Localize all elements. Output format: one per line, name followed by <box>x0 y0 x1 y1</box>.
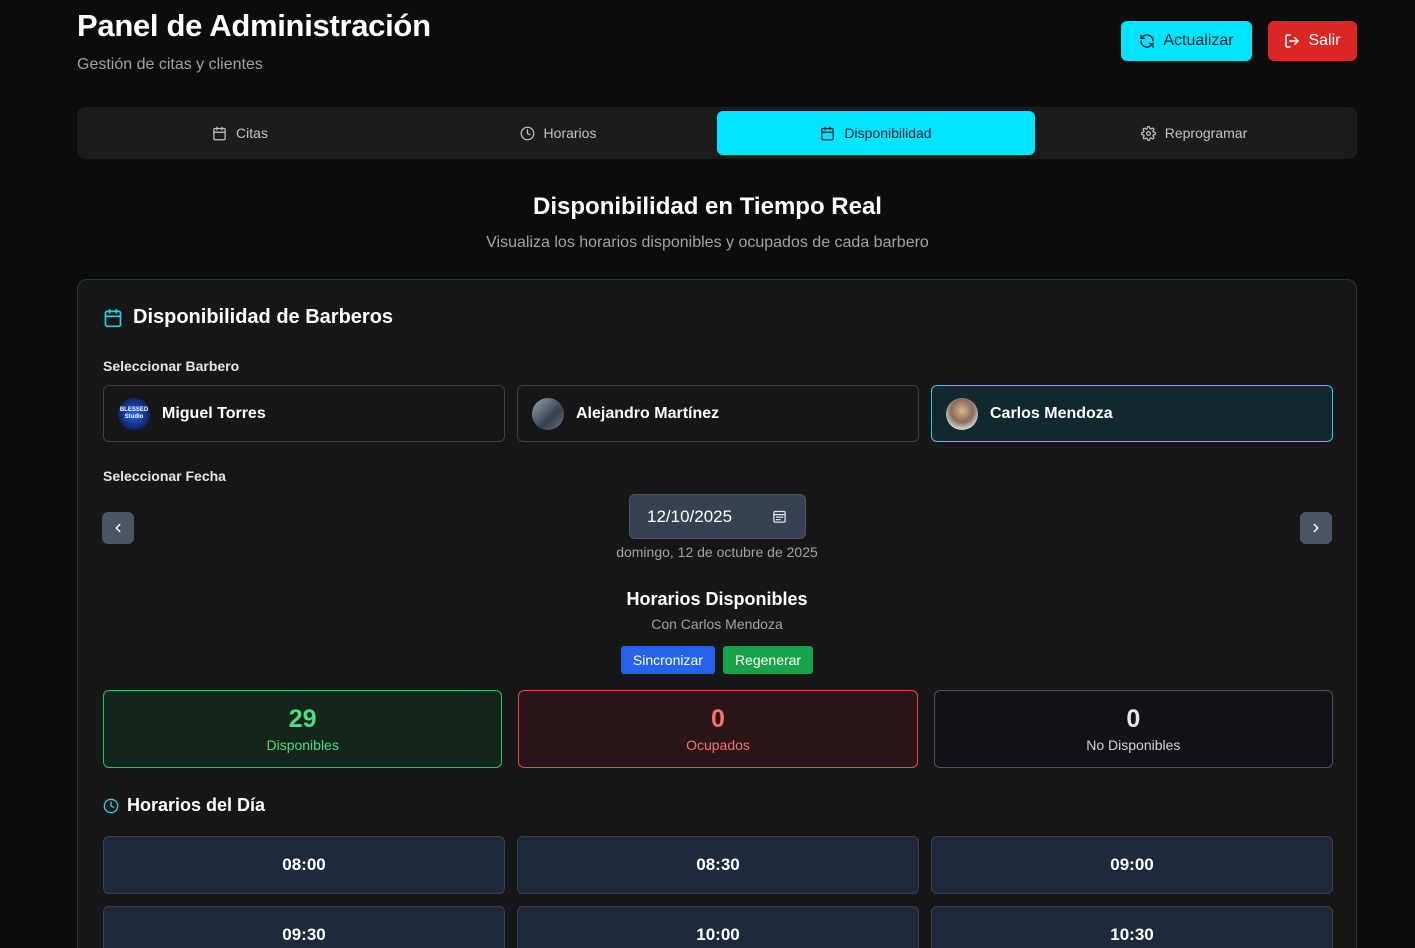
barber-name: Alejandro Martínez <box>576 404 720 422</box>
stat-unavailable-value: 0 <box>1126 705 1141 733</box>
time-slot[interactable]: 10:30 <box>931 906 1333 948</box>
date-input-value: 12/10/2025 <box>647 506 733 526</box>
gear-icon <box>1140 125 1156 141</box>
tab-label: Disponibilidad <box>844 125 932 141</box>
page-title: Panel de Administración <box>77 8 431 43</box>
chevron-left-icon <box>115 523 121 533</box>
stat-occupied: 0 Ocupados <box>518 690 918 768</box>
logout-icon <box>1285 34 1300 48</box>
card-title-text: Disponibilidad de Barberos <box>133 306 394 328</box>
refresh-icon <box>1140 34 1155 48</box>
calendar-icon <box>821 126 835 140</box>
clock-icon <box>103 798 119 813</box>
refresh-button[interactable]: Actualizar <box>1121 21 1252 61</box>
next-day-button[interactable] <box>1300 512 1332 544</box>
stat-occupied-label: Ocupados <box>686 737 750 753</box>
time-slot[interactable]: 08:00 <box>103 836 505 894</box>
tab-label: Citas <box>236 125 268 141</box>
avatar <box>946 397 978 430</box>
stat-unavailable: 0 No Disponibles <box>933 690 1333 768</box>
section-subtitle: Visualiza los horarios disponibles y ocu… <box>486 234 929 251</box>
time-slot-grid: 08:00 08:30 09:00 09:30 10:00 10:30 <box>103 836 1333 948</box>
header: Panel de Administración Gestión de citas… <box>77 8 431 74</box>
time-slot[interactable]: 09:30 <box>103 906 505 948</box>
tab-bar: Citas Horarios Disponibilidad Reprograma… <box>77 107 1357 159</box>
barber-name: Carlos Mendoza <box>990 404 1113 422</box>
time-slot[interactable]: 09:00 <box>931 836 1333 894</box>
date-long-text: domingo, 12 de octubre de 2025 <box>616 544 818 560</box>
barber-option-carlos-mendoza[interactable]: Carlos Mendoza <box>931 385 1333 442</box>
barber-option-miguel-torres[interactable]: BLESSED Studio Miguel Torres <box>103 385 505 442</box>
card-title: Disponibilidad de Barberos <box>103 306 393 329</box>
slots-title: Horarios Disponibles <box>626 589 808 609</box>
logout-button-label: Salir <box>1308 32 1341 49</box>
sync-button[interactable]: Sincronizar <box>620 646 715 674</box>
barber-list: BLESSED Studio Miguel Torres Alejandro M… <box>103 385 1333 442</box>
tab-horarios[interactable]: Horarios <box>399 111 717 155</box>
stat-available-value: 29 <box>288 705 317 733</box>
page-subtitle: Gestión de citas y clientes <box>77 56 263 73</box>
date-select-label: Seleccionar Fecha <box>103 468 226 484</box>
tab-label: Reprogramar <box>1164 125 1248 141</box>
stats-row: 29 Disponibles 0 Ocupados 0 No Disponibl… <box>103 690 1333 768</box>
tab-reprogramar[interactable]: Reprogramar <box>1035 111 1353 155</box>
section-title: Disponibilidad en Tiempo Real <box>533 193 882 220</box>
barber-name: Miguel Torres <box>162 404 266 422</box>
date-input[interactable]: 12/10/2025 <box>629 494 806 539</box>
header-actions: Actualizar Salir <box>1121 21 1357 61</box>
refresh-button-label: Actualizar <box>1163 32 1234 49</box>
tab-label: Horarios <box>543 125 597 141</box>
day-schedule-title: Horarios del Día <box>103 795 265 816</box>
calendar-icon <box>104 308 122 327</box>
previous-day-button[interactable] <box>102 512 134 544</box>
avatar <box>532 397 564 430</box>
day-schedule-title-text: Horarios del Día <box>127 795 266 815</box>
barber-select-label: Seleccionar Barbero <box>103 358 240 374</box>
tab-citas[interactable]: Citas <box>81 111 399 155</box>
regenerate-button[interactable]: Regenerar <box>722 646 814 674</box>
slots-subtitle: Con Carlos Mendoza <box>651 616 783 632</box>
sync-actions: Sincronizar Regenerar <box>78 646 1356 674</box>
availability-card: Disponibilidad de Barberos Seleccionar B… <box>77 279 1357 948</box>
calendar-icon <box>213 126 226 140</box>
stat-occupied-value: 0 <box>711 705 725 733</box>
stat-available: 29 Disponibles <box>103 690 503 768</box>
avatar-logo-text: BLESSED Studio <box>119 406 149 420</box>
stat-available-label: Disponibles <box>266 737 339 753</box>
time-slot[interactable]: 08:30 <box>517 836 919 894</box>
tab-disponibilidad[interactable]: Disponibilidad <box>717 111 1035 155</box>
avatar: BLESSED Studio <box>118 397 150 430</box>
clock-icon <box>520 126 534 140</box>
logout-button[interactable]: Salir <box>1268 21 1357 61</box>
barber-option-alejandro-martinez[interactable]: Alejandro Martínez <box>517 385 919 442</box>
time-slot[interactable]: 10:00 <box>517 906 919 948</box>
stat-unavailable-label: No Disponibles <box>1086 737 1181 753</box>
chevron-right-icon <box>1313 523 1319 533</box>
calendar-picker-icon[interactable] <box>772 509 787 524</box>
